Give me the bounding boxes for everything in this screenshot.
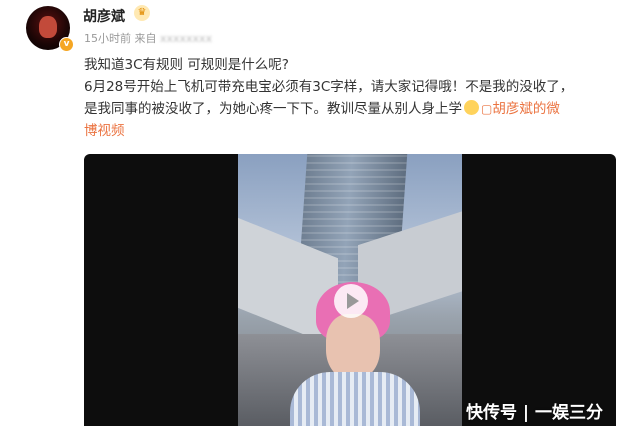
video-player[interactable] <box>84 154 616 426</box>
post-source: xxxxxxxx <box>160 32 213 45</box>
video-person-body <box>290 372 420 426</box>
play-icon[interactable] <box>334 284 368 318</box>
video-link-icon: ▢ <box>481 102 493 116</box>
post-text: 我知道3C有规则 可规则是什么呢? 6月28号开始上飞机可带充电宝必须有3C字样… <box>84 54 624 142</box>
post-line-3-text: 是我同事的被没收了，为她心疼一下下。教训尽量从别人身上学 <box>84 101 462 117</box>
post-line-1: 我知道3C有规则 可规则是什么呢? <box>84 57 289 73</box>
video-link[interactable]: 胡彦斌的微 <box>492 101 560 117</box>
laugh-emoji-icon <box>464 100 479 115</box>
post-line-3: 是我同事的被没收了，为她心疼一下下。教训尽量从别人身上学 ▢胡彦斌的微 <box>84 98 624 120</box>
video-person-face <box>326 314 380 380</box>
username[interactable]: 胡彦斌 <box>83 6 125 26</box>
video-link-continued[interactable]: 博视频 <box>84 120 624 142</box>
post-meta: 15小时前 来自 xxxxxxxx <box>84 30 212 46</box>
source-prefix: 来自 <box>134 32 157 45</box>
crown-icon: ♛ <box>134 5 150 21</box>
avatar-face <box>39 16 57 38</box>
post-line-2: 6月28号开始上飞机可带充电宝必须有3C字样，请大家记得哦！不是我的没收了， <box>84 79 574 95</box>
timestamp: 15小时前 <box>84 32 131 45</box>
watermark: 快传号 | 一娱三分 <box>466 403 604 423</box>
verified-badge-icon: v <box>59 37 74 52</box>
